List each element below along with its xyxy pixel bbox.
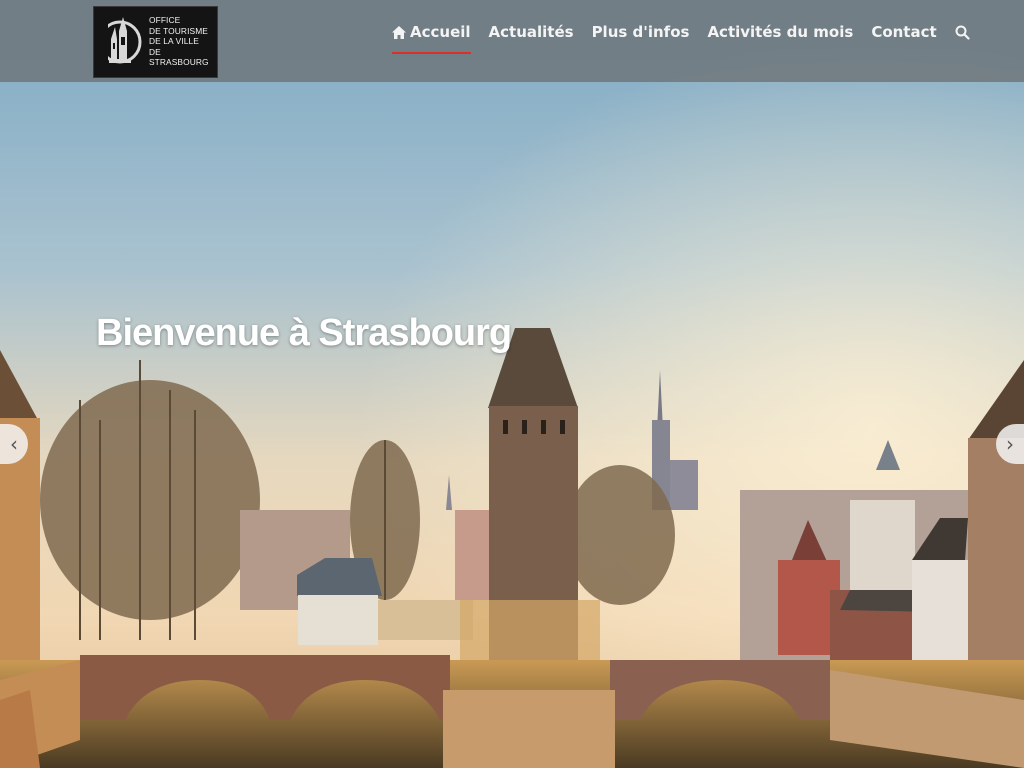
- hero-slide-image: [0, 0, 1024, 768]
- strasbourg-landscape-image: [0, 0, 1024, 768]
- search-icon[interactable]: [955, 25, 970, 40]
- logo-text: OFFICE DE TOURISME DE LA VILLE DE STRASB…: [149, 15, 217, 68]
- nav-item-label: Plus d'infos: [591, 23, 690, 41]
- site-header: OFFICE DE TOURISME DE LA VILLE DE STRASB…: [0, 0, 1024, 82]
- logo-line: DE: [149, 46, 161, 57]
- logo-line: OFFICE: [149, 15, 181, 25]
- nav-item-activites-du-mois[interactable]: Activités du mois: [707, 23, 853, 41]
- nav-item-label: Actualités: [488, 23, 574, 41]
- nav-item-label: Contact: [871, 23, 937, 41]
- nav-item-label: Activités du mois: [707, 23, 854, 41]
- nav-item-accueil[interactable]: Accueil: [392, 23, 471, 54]
- site-logo[interactable]: OFFICE DE TOURISME DE LA VILLE DE STRASB…: [93, 6, 218, 78]
- cathedral-emblem-icon: [98, 13, 142, 71]
- main-nav: Accueil Actualités Plus d'infos Activité…: [392, 20, 970, 54]
- nav-item-plus-dinfos[interactable]: Plus d'infos: [592, 23, 690, 41]
- chevron-left-icon: ‹: [10, 432, 18, 456]
- logo-line: DE TOURISME: [149, 25, 208, 36]
- nav-item-label: Accueil: [410, 23, 471, 41]
- logo-line: DE LA VILLE: [149, 36, 199, 47]
- hero-title: Bienvenue à Strasbourg: [96, 312, 512, 354]
- nav-item-actualites[interactable]: Actualités: [489, 23, 574, 41]
- home-icon: [392, 25, 406, 39]
- logo-line: STRASBOURG: [149, 57, 209, 68]
- nav-item-contact[interactable]: Contact: [871, 23, 936, 41]
- chevron-right-icon: ›: [1006, 432, 1014, 456]
